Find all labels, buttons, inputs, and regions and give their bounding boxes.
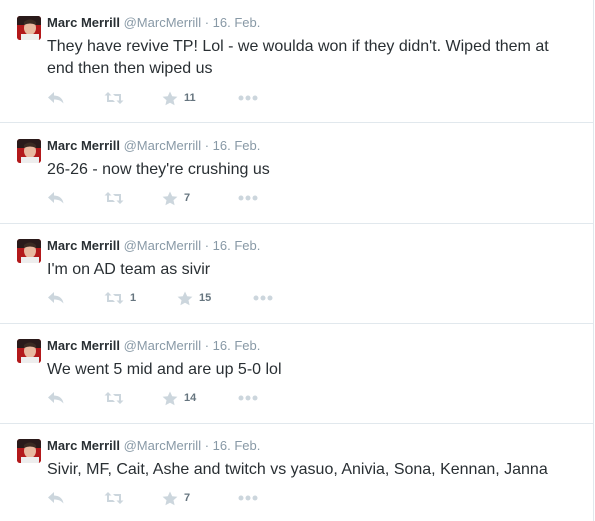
retweet-icon	[104, 91, 124, 105]
tweet-actions: 7	[47, 488, 447, 508]
reply-button[interactable]	[47, 188, 65, 208]
star-icon	[162, 391, 178, 406]
fullname[interactable]: Marc Merrill	[47, 338, 120, 353]
tweet-2[interactable]: Marc Merrill @MarcMerrill · 16. Feb. I'm…	[0, 223, 594, 324]
retweet-icon	[104, 291, 124, 305]
reply-icon	[47, 491, 65, 505]
separator: ·	[204, 438, 210, 453]
tweet-4[interactable]: Marc Merrill @MarcMerrill · 16. Feb. Siv…	[0, 423, 594, 521]
star-icon	[162, 491, 178, 506]
username[interactable]: @MarcMerrill	[124, 438, 201, 453]
reply-button[interactable]	[47, 388, 65, 408]
fullname[interactable]: Marc Merrill	[47, 238, 120, 253]
more-icon	[238, 395, 258, 401]
tweet-header: Marc Merrill @MarcMerrill · 16. Feb.	[47, 437, 260, 455]
reply-button[interactable]	[47, 288, 65, 308]
more-button[interactable]	[238, 88, 258, 108]
tweet-header: Marc Merrill @MarcMerrill · 16. Feb.	[47, 337, 260, 355]
fullname[interactable]: Marc Merrill	[47, 138, 120, 153]
reply-icon	[47, 191, 65, 205]
separator: ·	[204, 238, 210, 253]
retweet-button[interactable]	[104, 188, 130, 208]
favorite-button[interactable]: 14	[162, 388, 196, 408]
retweet-button[interactable]: 1	[104, 288, 136, 308]
avatar[interactable]	[17, 339, 41, 363]
timestamp-link[interactable]: 16. Feb.	[213, 138, 261, 153]
username[interactable]: @MarcMerrill	[124, 238, 201, 253]
username[interactable]: @MarcMerrill	[124, 15, 201, 30]
fullname[interactable]: Marc Merrill	[47, 438, 120, 453]
retweet-button[interactable]	[104, 88, 130, 108]
separator: ·	[204, 338, 210, 353]
more-button[interactable]	[238, 488, 258, 508]
avatar[interactable]	[17, 239, 41, 263]
favorite-count: 7	[184, 492, 191, 504]
more-icon	[238, 195, 258, 201]
tweet-actions: 7	[47, 188, 447, 208]
more-button[interactable]	[238, 388, 258, 408]
username[interactable]: @MarcMerrill	[124, 338, 201, 353]
tweet-actions: 14	[47, 388, 447, 408]
star-icon	[177, 291, 193, 306]
more-icon	[238, 95, 258, 101]
favorite-button[interactable]: 11	[162, 88, 196, 108]
favorite-count: 7	[184, 192, 191, 204]
favorite-button[interactable]: 7	[162, 188, 190, 208]
star-icon	[162, 191, 178, 206]
more-icon	[238, 495, 258, 501]
tweet-text: We went 5 mid and are up 5-0 lol	[47, 361, 282, 378]
retweet-button[interactable]	[104, 488, 130, 508]
tweet-header: Marc Merrill @MarcMerrill · 16. Feb.	[47, 237, 260, 255]
retweet-icon	[104, 391, 124, 405]
separator: ·	[204, 15, 210, 30]
reply-icon	[47, 91, 65, 105]
timestamp-link[interactable]: 16. Feb.	[213, 338, 261, 353]
tweet-3[interactable]: Marc Merrill @MarcMerrill · 16. Feb. We …	[0, 323, 594, 424]
username[interactable]: @MarcMerrill	[124, 138, 201, 153]
retweet-icon	[104, 491, 124, 505]
avatar[interactable]	[17, 139, 41, 163]
tweet-text: They have revive TP! Lol - we woulda won…	[47, 38, 549, 77]
tweet-0[interactable]: Marc Merrill @MarcMerrill · 16. Feb. The…	[0, 0, 594, 123]
retweet-button[interactable]	[104, 388, 130, 408]
reply-icon	[47, 391, 65, 405]
tweet-actions: 1 15	[47, 288, 447, 308]
tweet-text: 26-26 - now they're crushing us	[47, 161, 270, 178]
tweet-actions: 11	[47, 88, 447, 108]
tweet-text: Sivir, MF, Cait, Ashe and twitch vs yasu…	[47, 461, 548, 478]
reply-icon	[47, 291, 65, 305]
retweet-icon	[104, 191, 124, 205]
more-button[interactable]	[253, 288, 273, 308]
timeline: Marc Merrill @MarcMerrill · 16. Feb. The…	[0, 0, 595, 521]
favorite-button[interactable]: 7	[162, 488, 190, 508]
timestamp-link[interactable]: 16. Feb.	[213, 238, 261, 253]
tweet-1[interactable]: Marc Merrill @MarcMerrill · 16. Feb. 26-…	[0, 123, 594, 224]
favorite-button[interactable]: 15	[177, 288, 211, 308]
star-icon	[162, 91, 178, 106]
fullname[interactable]: Marc Merrill	[47, 15, 120, 30]
favorite-count: 14	[184, 392, 197, 404]
avatar[interactable]	[17, 439, 41, 463]
retweet-count: 1	[130, 292, 137, 304]
tweet-text: I'm on AD team as sivir	[47, 261, 211, 278]
reply-button[interactable]	[47, 488, 65, 508]
tweet-header: Marc Merrill @MarcMerrill · 16. Feb.	[47, 14, 260, 32]
more-icon	[253, 295, 273, 301]
favorite-count: 11	[184, 92, 196, 104]
favorite-count: 15	[199, 292, 212, 304]
avatar[interactable]	[17, 16, 41, 40]
more-button[interactable]	[238, 188, 258, 208]
tweet-header: Marc Merrill @MarcMerrill · 16. Feb.	[47, 137, 260, 155]
timestamp-link[interactable]: 16. Feb.	[213, 438, 261, 453]
reply-button[interactable]	[47, 88, 65, 108]
timestamp-link[interactable]: 16. Feb.	[213, 15, 261, 30]
separator: ·	[204, 138, 210, 153]
